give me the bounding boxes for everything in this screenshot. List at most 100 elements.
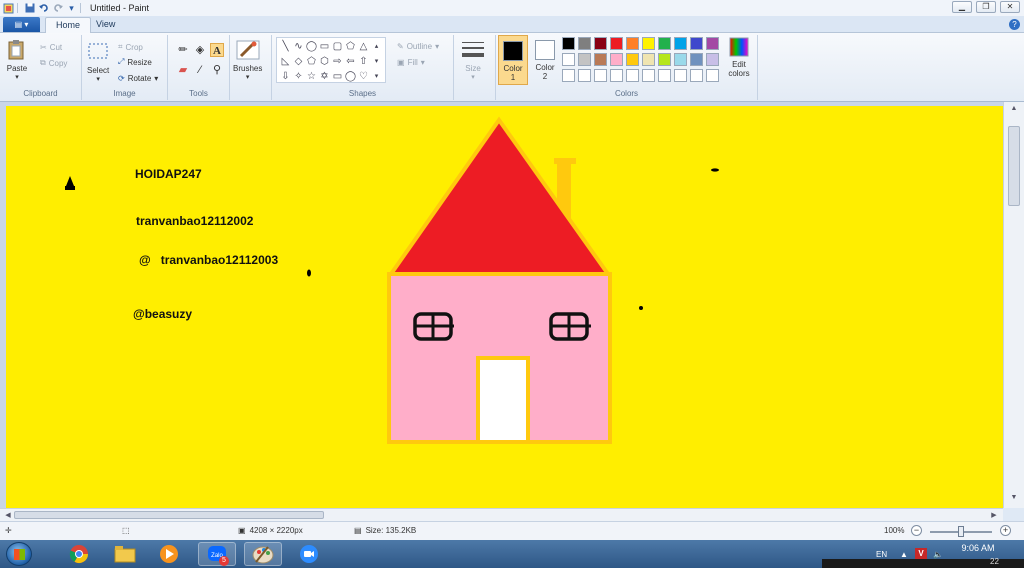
horizontal-scrollbar[interactable]: ◀ ▶	[0, 508, 1003, 521]
left-arrow-shape-icon[interactable]: ⇦	[344, 54, 357, 69]
house-door	[476, 356, 530, 444]
eraser-icon[interactable]: ▰	[176, 63, 190, 77]
shapes-gallery: ╲ ∿ ◯ ▭ ▢ ⬠ △ ▴ ◺ ◇ ⬠ ⬡ ⇨ ⇦ ⇧ ▾ ⇩ ✧ ☆ ✡ …	[276, 37, 386, 83]
six-point-star-shape-icon[interactable]: ✡	[318, 69, 331, 84]
copy-icon: ⧉	[40, 58, 46, 67]
size-divider	[454, 35, 496, 100]
chrome-taskbar-button[interactable]	[60, 542, 98, 566]
paste-icon	[8, 40, 24, 60]
heart-shape-icon[interactable]: ♡	[357, 69, 370, 84]
fill-button[interactable]: ▣ Fill ▾	[397, 55, 425, 69]
canvas-dimensions: ▣ 4208 × 2220px	[238, 526, 303, 535]
triangle-shape-icon[interactable]: △	[357, 39, 370, 54]
zoom-in-button[interactable]: +	[1000, 525, 1011, 536]
colors-group: Colors	[496, 35, 758, 100]
line-shape-icon[interactable]: ╲	[279, 39, 292, 54]
media-player-taskbar-button[interactable]	[150, 542, 188, 566]
scroll-left-arrow-icon[interactable]: ◀	[2, 511, 14, 519]
separator	[80, 3, 81, 13]
callout-oval-shape-icon[interactable]: ◯	[344, 69, 357, 84]
zoom-taskbar-button[interactable]	[290, 542, 328, 566]
start-button[interactable]	[6, 542, 32, 566]
rounded-rectangle-shape-icon[interactable]: ▢	[331, 39, 344, 54]
canvas-text-handle: @beasuzy	[133, 307, 193, 321]
select-button[interactable]: Select ▾	[87, 41, 109, 83]
restore-button[interactable]: ❐	[976, 1, 996, 13]
hexagon-shape-icon[interactable]: ⬡	[318, 54, 331, 69]
curve-shape-icon[interactable]: ∿	[292, 39, 305, 54]
oval-shape-icon[interactable]: ◯	[305, 39, 318, 54]
tab-home[interactable]: Home	[45, 17, 92, 33]
file-explorer-taskbar-button[interactable]	[106, 542, 144, 566]
crop-label: Crop	[125, 42, 143, 52]
zalo-taskbar-button[interactable]: Zalo 5	[198, 542, 236, 566]
rectangle-shape-icon[interactable]: ▭	[318, 39, 331, 54]
system-clock[interactable]: 9:06 AM	[950, 543, 1006, 554]
scroll-down-arrow-icon[interactable]: ▼	[1008, 494, 1020, 501]
file-size-value: Size: 135.2KB	[365, 526, 417, 535]
tools-group: ✏ ◈ A ▰ ⁄ ⚲ Tools	[168, 35, 230, 100]
outline-dropdown-icon: ▾	[435, 41, 440, 51]
color-picker-icon[interactable]: ⁄	[193, 63, 207, 77]
fill-bucket-icon[interactable]: ◈	[193, 43, 207, 57]
five-point-star-shape-icon[interactable]: ☆	[305, 69, 318, 84]
ink-dot-mark	[307, 269, 311, 277]
help-icon[interactable]: ?	[1009, 19, 1020, 30]
file-menu-button[interactable]: ▤ ▾	[3, 17, 40, 32]
outline-button[interactable]: ✎ Outline ▾	[397, 39, 439, 53]
separator	[17, 3, 18, 13]
canvas-workspace: HOIDAP247 tranvanbao12112002 @ tranvanba…	[0, 102, 1003, 508]
diamond-shape-icon[interactable]: ◇	[292, 54, 305, 69]
down-arrow-shape-icon[interactable]: ⇩	[279, 69, 292, 84]
zoom-slider[interactable]	[930, 526, 992, 537]
copy-button[interactable]: ⧉ Copy	[40, 56, 67, 70]
callout-rect-shape-icon[interactable]: ▭	[331, 69, 344, 84]
close-button[interactable]: ✕	[1000, 1, 1020, 13]
text-tool-icon[interactable]: A	[210, 43, 224, 57]
minimize-button[interactable]: ▁	[952, 1, 972, 13]
polygon-shape-icon[interactable]: ⬠	[344, 39, 357, 54]
vertical-scrollbar[interactable]: ▲ ▼	[1003, 102, 1024, 508]
resize-button[interactable]: ⤢ Resize	[118, 55, 152, 69]
scroll-up-arrow-icon[interactable]: ▲	[1008, 105, 1020, 112]
horizontal-scroll-thumb[interactable]	[14, 511, 324, 519]
scroll-right-arrow-icon[interactable]: ▶	[988, 511, 1000, 519]
undo-icon[interactable]	[38, 3, 49, 14]
paint-taskbar-button[interactable]	[244, 542, 282, 566]
customize-quick-access-icon[interactable]: ▾	[66, 3, 77, 14]
zoom-slider-knob[interactable]	[958, 526, 964, 537]
scroll-down-icon[interactable]: ▾	[370, 54, 383, 69]
paste-button[interactable]: Paste ▾	[6, 39, 28, 81]
cut-button[interactable]: ✂ Cut	[40, 40, 62, 54]
expand-gallery-icon[interactable]: ▾	[370, 69, 383, 84]
tab-view[interactable]: View	[86, 17, 125, 33]
rotate-button[interactable]: ⟳ Rotate ▾	[118, 71, 158, 85]
paint-app-icon	[3, 3, 14, 14]
vertical-scroll-thumb[interactable]	[1008, 126, 1020, 206]
cut-icon: ✂	[40, 42, 47, 52]
tools-group-label: Tools	[189, 89, 208, 98]
file-size: ▤ Size: 135.2KB	[354, 526, 416, 535]
save-icon[interactable]	[24, 3, 35, 14]
four-point-star-shape-icon[interactable]: ✧	[292, 69, 305, 84]
crop-button[interactable]: ⌗ Crop	[118, 40, 143, 54]
up-arrow-shape-icon[interactable]: ⇧	[357, 54, 370, 69]
select-icon	[88, 43, 108, 59]
pentagon-shape-icon[interactable]: ⬠	[305, 54, 318, 69]
zoom-out-button[interactable]: −	[911, 525, 922, 536]
drawing-canvas[interactable]: HOIDAP247 tranvanbao12112002 @ tranvanba…	[6, 106, 1003, 508]
zoom-level: 100%	[884, 526, 905, 535]
zoom-video-icon	[300, 545, 318, 563]
ribbon-tabs: ▤ ▾ Home View ?	[0, 16, 1024, 33]
fill-label: Fill	[407, 57, 418, 67]
scroll-up-icon[interactable]: ▴	[370, 39, 383, 54]
magnifier-icon[interactable]: ⚲	[210, 63, 224, 77]
canvas-text-hoidap: HOIDAP247	[135, 167, 202, 181]
right-triangle-shape-icon[interactable]: ◺	[279, 54, 292, 69]
clipboard-group-label: Clipboard	[23, 89, 58, 98]
disk-icon: ▤	[354, 526, 362, 535]
pencil-icon[interactable]: ✏	[176, 43, 190, 57]
right-arrow-shape-icon[interactable]: ⇨	[331, 54, 344, 69]
window-title: Untitled - Paint	[90, 3, 150, 13]
redo-icon[interactable]	[52, 3, 63, 14]
